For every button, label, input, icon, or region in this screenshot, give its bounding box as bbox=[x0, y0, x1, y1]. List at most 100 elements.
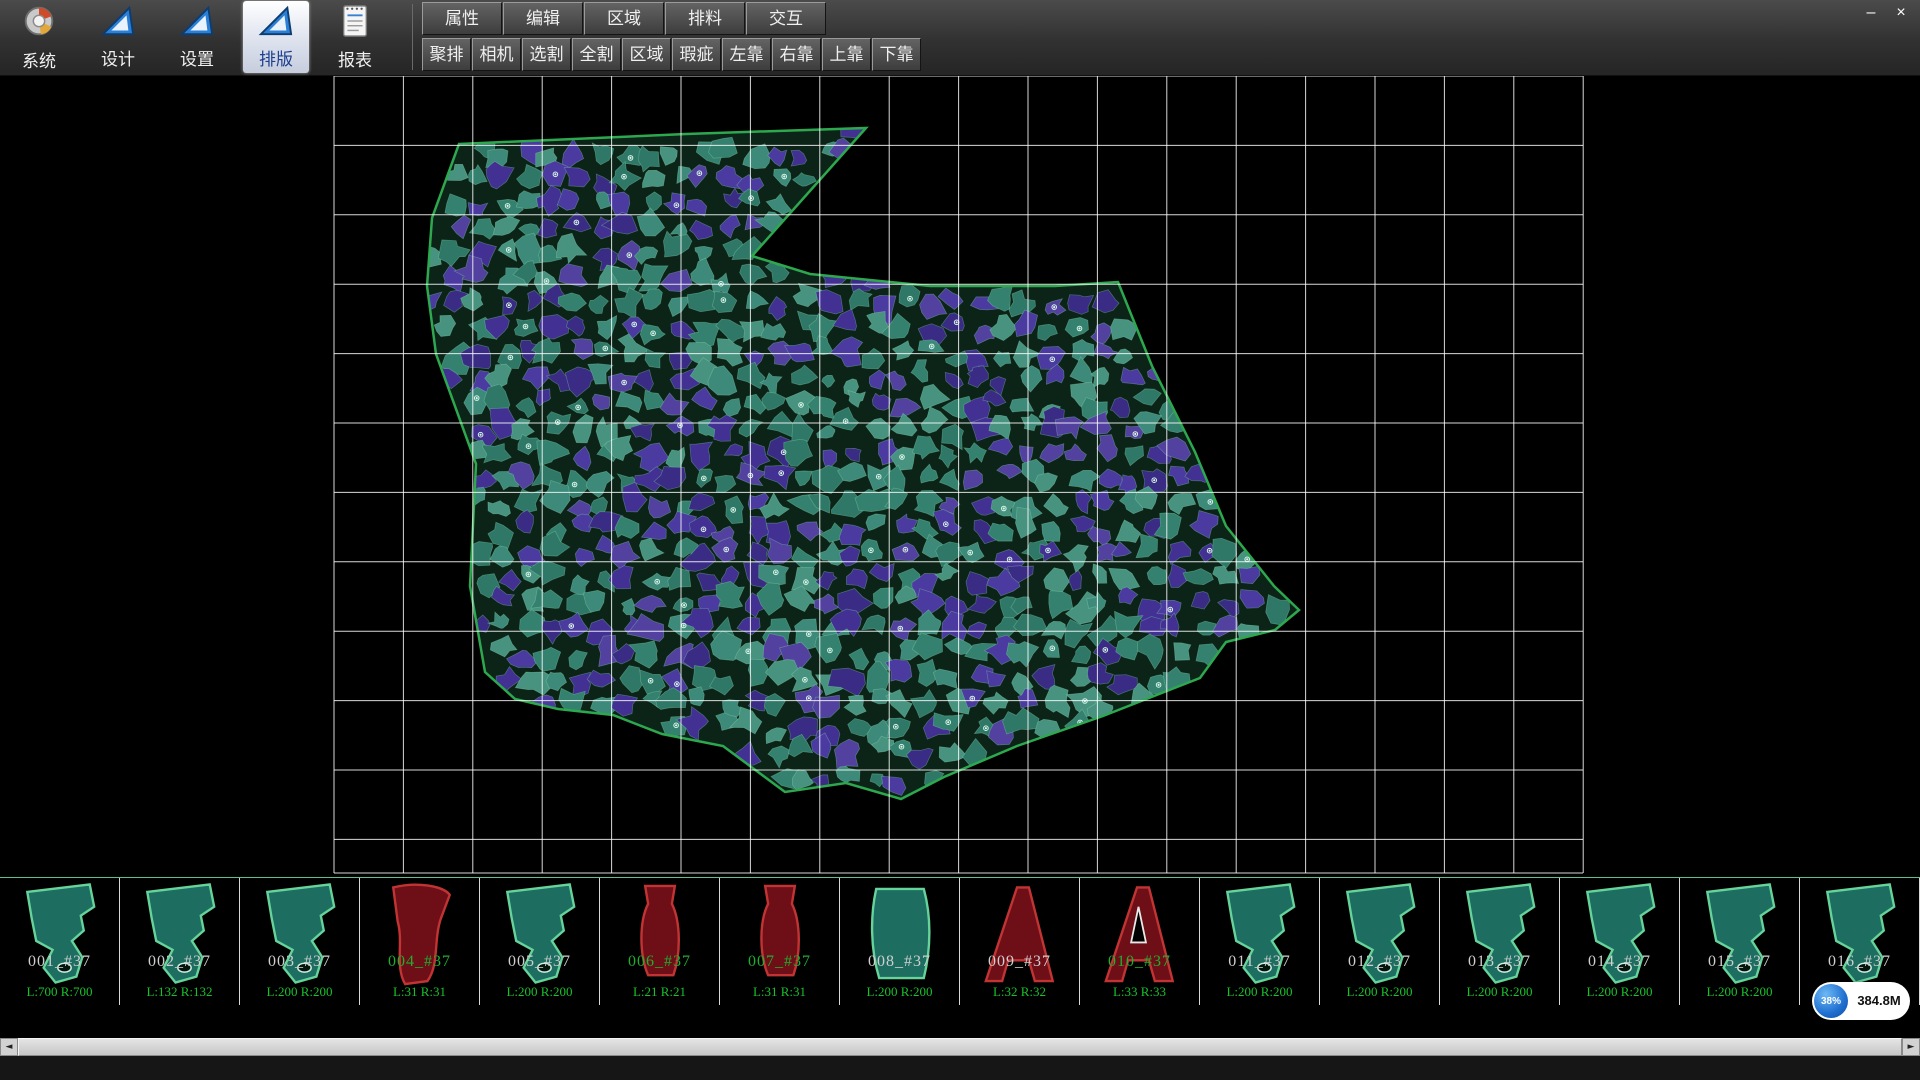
scroll-left-arrow[interactable]: ◄ bbox=[0, 1038, 18, 1056]
piece-lr-count: L:700 R:700 bbox=[0, 984, 119, 1000]
piece-thumbnail-6[interactable]: 006_#37 L:21 R:21 bbox=[600, 878, 720, 1005]
piece-thumbnail-10[interactable]: 010_#37 L:33 R:33 bbox=[1080, 878, 1200, 1005]
piece-name: 011_#37 bbox=[1200, 953, 1319, 971]
pieces-strip: 001_#37 L:700 R:700002_#37L:132 R:132003_… bbox=[0, 877, 1920, 1004]
piece-shape bbox=[1694, 880, 1786, 990]
tool-button-row: 聚排相机选割全割区域瑕疵左靠右靠上靠下靠 bbox=[422, 38, 921, 71]
piece-shape bbox=[614, 880, 706, 990]
window-controls: – × bbox=[1858, 2, 1914, 24]
piece-lr-count: L:200 R:200 bbox=[480, 984, 599, 1000]
app-button-settings[interactable]: 设置 bbox=[164, 1, 230, 73]
piece-lr-count: L:200 R:200 bbox=[1200, 984, 1319, 1000]
memory-status-pill: 38% 384.8M bbox=[1812, 982, 1910, 1020]
piece-thumbnail-8[interactable]: 008_#37 L:200 R:200 bbox=[840, 878, 960, 1005]
piece-lr-count: L:32 R:32 bbox=[960, 984, 1079, 1000]
piece-name: 014_#37 bbox=[1560, 953, 1679, 971]
piece-shape bbox=[854, 880, 946, 990]
piece-shape bbox=[134, 880, 226, 990]
tool-button-6[interactable]: 瑕疵 bbox=[672, 38, 721, 71]
ruler-icon bbox=[99, 4, 137, 43]
piece-name: 009_#37 bbox=[960, 953, 1079, 971]
piece-name: 016_#37 bbox=[1800, 953, 1919, 971]
piece-name: 012_#37 bbox=[1320, 953, 1439, 971]
piece-thumbnail-2[interactable]: 002_#37L:132 R:132 bbox=[120, 878, 240, 1005]
scrollbar-thumb[interactable] bbox=[18, 1038, 1902, 1056]
tool-button-3[interactable]: 选割 bbox=[522, 38, 571, 71]
piece-lr-count: L:200 R:200 bbox=[840, 984, 959, 1000]
minimize-button[interactable]: – bbox=[1858, 2, 1884, 24]
bottom-band bbox=[0, 1056, 1920, 1080]
tool-button-10[interactable]: 下靠 bbox=[872, 38, 921, 71]
piece-shape bbox=[1334, 880, 1426, 990]
app-button-layout[interactable]: 排版 bbox=[243, 1, 309, 73]
app-button-design[interactable]: 设计 bbox=[85, 1, 151, 73]
menu-tab-4[interactable]: 排料 bbox=[665, 2, 745, 35]
piece-shape bbox=[974, 880, 1066, 990]
piece-name: 010_#37 bbox=[1080, 953, 1199, 971]
piece-name: 006_#37 bbox=[600, 953, 719, 971]
piece-thumbnail-11[interactable]: 011_#37 L:200 R:200 bbox=[1200, 878, 1320, 1005]
nesting-canvas[interactable] bbox=[0, 76, 1920, 877]
nesting-svg bbox=[0, 76, 1920, 877]
horizontal-scrollbar[interactable]: ◄ ► bbox=[0, 1038, 1920, 1056]
ruler-icon bbox=[257, 4, 295, 43]
app-button-label: 设计 bbox=[101, 45, 135, 70]
piece-shape bbox=[1574, 880, 1666, 990]
app-button-label: 报表 bbox=[338, 46, 372, 71]
piece-name: 008_#37 bbox=[840, 953, 959, 971]
piece-thumbnail-15[interactable]: 015_#37 L:200 R:200 bbox=[1680, 878, 1800, 1005]
piece-thumbnail-1[interactable]: 001_#37 L:700 R:700 bbox=[0, 878, 120, 1005]
piece-lr-count: L:132 R:132 bbox=[120, 984, 239, 1000]
app-button-label: 系统 bbox=[22, 47, 56, 72]
piece-shape bbox=[374, 880, 466, 990]
piece-shape bbox=[1094, 880, 1186, 990]
piece-thumbnail-13[interactable]: 013_#37 L:200 R:200 bbox=[1440, 878, 1560, 1005]
memory-usage: 384.8M bbox=[1850, 982, 1908, 1020]
piece-thumbnail-12[interactable]: 012_#37 L:200 R:200 bbox=[1320, 878, 1440, 1005]
menu-tab-3[interactable]: 区域 bbox=[584, 2, 664, 35]
menu-tab-5[interactable]: 交互 bbox=[746, 2, 826, 35]
close-button[interactable]: × bbox=[1888, 2, 1914, 24]
tool-button-5[interactable]: 区域 bbox=[622, 38, 671, 71]
app-button-system[interactable]: 系统 bbox=[6, 1, 72, 73]
report-icon bbox=[338, 3, 372, 44]
piece-lr-count: L:33 R:33 bbox=[1080, 984, 1199, 1000]
app-toolbar: 系统 设计 设置 排版报表 bbox=[6, 1, 388, 75]
piece-name: 015_#37 bbox=[1680, 953, 1799, 971]
piece-shape bbox=[1214, 880, 1306, 990]
piece-name: 013_#37 bbox=[1440, 953, 1559, 971]
piece-name: 007_#37 bbox=[720, 953, 839, 971]
tool-button-9[interactable]: 上靠 bbox=[822, 38, 871, 71]
piece-shape bbox=[14, 880, 106, 990]
piece-lr-count: L:200 R:200 bbox=[1440, 984, 1559, 1000]
menu-tab-row: 属性编辑区域排料交互 bbox=[422, 2, 826, 35]
menu-tab-2[interactable]: 编辑 bbox=[503, 2, 583, 35]
piece-thumbnail-3[interactable]: 003_#37L:200 R:200 bbox=[240, 878, 360, 1005]
piece-lr-count: L:200 R:200 bbox=[240, 984, 359, 1000]
piece-name: 004_#37 bbox=[360, 953, 479, 971]
tool-button-8[interactable]: 右靠 bbox=[772, 38, 821, 71]
piece-thumbnail-7[interactable]: 007_#37L:31 R:31 bbox=[720, 878, 840, 1005]
app-button-label: 设置 bbox=[180, 45, 214, 70]
toolbar-divider bbox=[412, 4, 413, 70]
piece-thumbnail-4[interactable]: 004_#37L:31 R:31 bbox=[360, 878, 480, 1005]
piece-lr-count: L:200 R:200 bbox=[1320, 984, 1439, 1000]
menu-tab-1[interactable]: 属性 bbox=[422, 2, 502, 35]
piece-shape bbox=[254, 880, 346, 990]
piece-thumbnail-14[interactable]: 014_#37 L:200 R:200 bbox=[1560, 878, 1680, 1005]
piece-shape bbox=[734, 880, 826, 990]
tool-button-1[interactable]: 聚排 bbox=[422, 38, 471, 71]
piece-thumbnail-9[interactable]: 009_#37 L:32 R:32 bbox=[960, 878, 1080, 1005]
piece-lr-count: L:21 R:21 bbox=[600, 984, 719, 1000]
scroll-right-arrow[interactable]: ► bbox=[1902, 1038, 1920, 1056]
piece-name: 001_#37 bbox=[0, 953, 119, 971]
title-bar: 系统设计设置排版报表 属性编辑区域排料交互 聚排相机选割全割区域瑕疵左靠右靠上靠… bbox=[0, 0, 1920, 76]
piece-shape bbox=[1814, 880, 1906, 990]
piece-lr-count: L:200 R:200 bbox=[1560, 984, 1679, 1000]
piece-thumbnail-5[interactable]: 005_#37L:200 R:200 bbox=[480, 878, 600, 1005]
piece-lr-count: L:200 R:200 bbox=[1680, 984, 1799, 1000]
tool-button-4[interactable]: 全割 bbox=[572, 38, 621, 71]
tool-button-2[interactable]: 相机 bbox=[472, 38, 521, 71]
tool-button-7[interactable]: 左靠 bbox=[722, 38, 771, 71]
app-button-report[interactable]: 报表 bbox=[322, 1, 388, 73]
